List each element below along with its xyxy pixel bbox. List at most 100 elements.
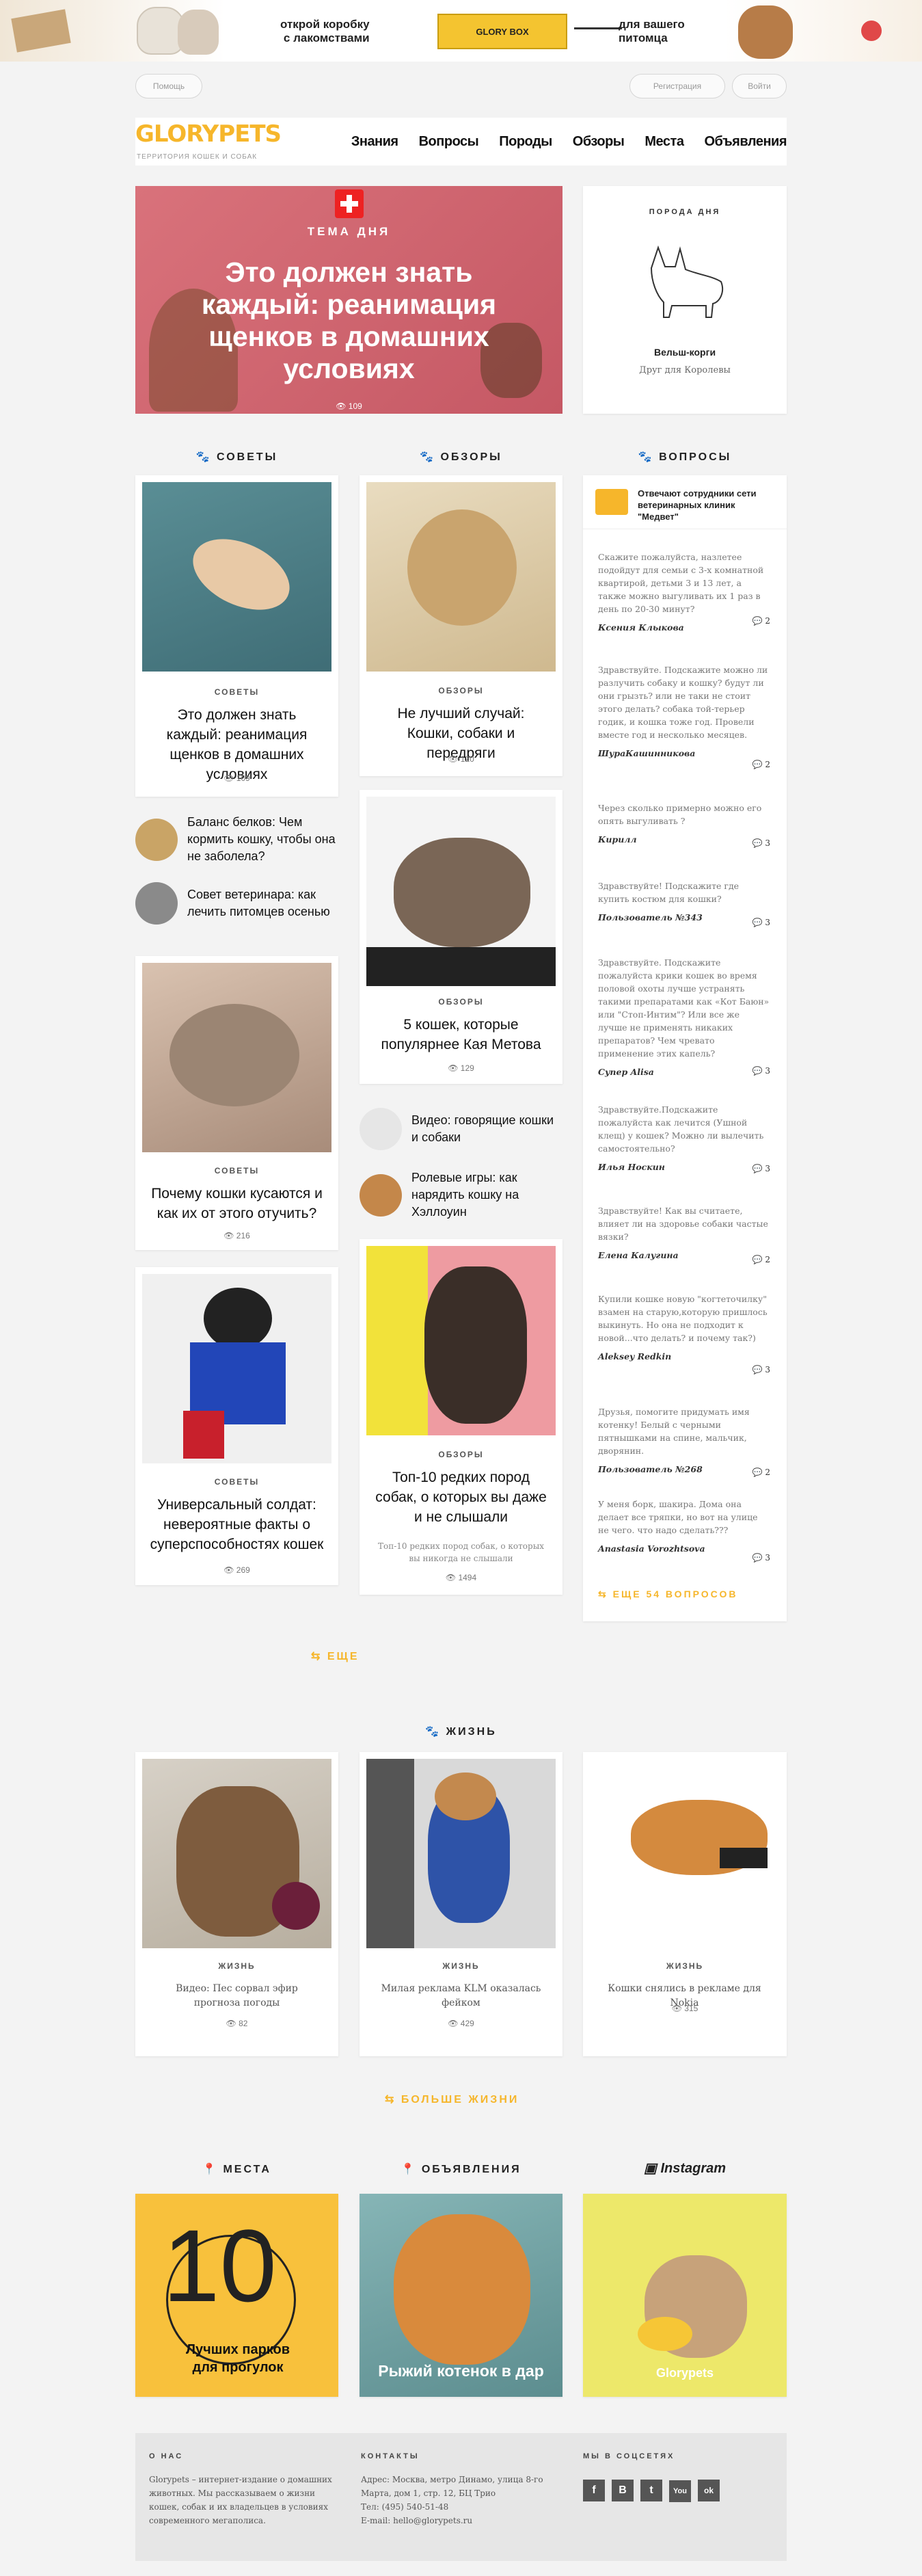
- life-views: 👁 315: [671, 2004, 699, 2013]
- question-author[interactable]: Кирилл: [598, 834, 770, 845]
- vk-icon[interactable]: B: [612, 2480, 634, 2501]
- question-item[interactable]: Здравствуйте. Подскажите пожалуйста крик…: [598, 956, 770, 1077]
- question-text[interactable]: Здравствуйте.Подскажите пожалуйста как л…: [598, 1103, 770, 1155]
- question-author[interactable]: Пользователь №268: [598, 1464, 770, 1474]
- life-card[interactable]: ЖИЗНЬ Видео: Пес сорвал эфир прогноза по…: [135, 1752, 338, 2056]
- more-button[interactable]: ⇆ ЕЩЕ: [311, 1649, 360, 1663]
- question-text[interactable]: Здравствуйте! Подскажите где купить кост…: [598, 879, 770, 905]
- question-author[interactable]: Aleksey Redkin: [598, 1351, 770, 1362]
- hero-title[interactable]: Это должен знать каждый: реанимация щенк…: [172, 256, 527, 385]
- question-item[interactable]: Здравствуйте! Как вы считаете, влияет ли…: [598, 1204, 770, 1264]
- article-title[interactable]: 5 кошек, которые популярнее Кая Метова: [373, 1015, 549, 1054]
- question-item[interactable]: Купили кошке новую "когтеточилку" взамен…: [598, 1292, 770, 1375]
- question-author[interactable]: Илья Носкин: [598, 1162, 770, 1172]
- question-text[interactable]: Здравствуйте. Подскажите пожалуйста крик…: [598, 956, 770, 1060]
- section-title-questions[interactable]: 🐾 ВОПРОСЫ: [583, 450, 787, 464]
- hero-views: 👁 109: [336, 401, 362, 411]
- mini-article-title[interactable]: Видео: говорящие кошки и собаки: [411, 1112, 562, 1146]
- hero-topic-of-day[interactable]: ТЕМА ДНЯ Это должен знать каждый: реаним…: [135, 186, 562, 414]
- mini-article-title[interactable]: Баланс белков: Чем кормить кошку, чтобы …: [187, 814, 338, 865]
- question-author[interactable]: Ксения Клыкова: [598, 622, 770, 633]
- question-author[interactable]: Елена Калугина: [598, 1250, 770, 1260]
- places-tile[interactable]: 10 Лучших парков для прогулок: [135, 2194, 338, 2397]
- question-author[interactable]: Пользователь №343: [598, 912, 770, 922]
- question-item[interactable]: Здравствуйте! Подскажите где купить кост…: [598, 879, 770, 927]
- section-title-ads[interactable]: 📍 ОБЪЯВЛЕНИЯ: [360, 2162, 562, 2176]
- question-text[interactable]: Здравствуйте! Как вы считаете, влияет ли…: [598, 1204, 770, 1243]
- mini-article[interactable]: Совет ветеринара: как лечить питомцев ос…: [135, 882, 338, 925]
- life-card[interactable]: ЖИЗНЬ Милая реклама KLM оказалась фейком…: [360, 1752, 562, 2056]
- question-text[interactable]: Здравствуйте. Подскажите можно ли разлуч…: [598, 663, 770, 741]
- question-text[interactable]: Скажите пожалуйста, назлетее подойдут дл…: [598, 550, 770, 615]
- help-button[interactable]: Помощь: [135, 74, 202, 98]
- nav-item-ads[interactable]: Объявления: [704, 134, 787, 150]
- breed-of-day-card[interactable]: ПОРОДА ДНЯ Вельш-корги Друг для Королевы: [583, 186, 787, 414]
- article-card[interactable]: СОВЕТЫ Универсальный солдат: невероятные…: [135, 1267, 338, 1585]
- mini-article-image: [135, 882, 178, 925]
- question-item[interactable]: У меня борк, шакира. Дома она делает все…: [598, 1498, 770, 1563]
- breed-name[interactable]: Вельш-корги: [583, 347, 787, 358]
- odnoklassniki-icon[interactable]: ok: [698, 2480, 720, 2501]
- question-item[interactable]: Через сколько примерно можно его опять в…: [598, 801, 770, 848]
- article-card[interactable]: ОБЗОРЫ Не лучший случай: Кошки, собаки и…: [360, 475, 562, 776]
- more-life-button[interactable]: ⇆ БОЛЬШЕ ЖИЗНИ: [385, 2093, 519, 2106]
- section-title-reviews[interactable]: 🐾 ОБЗОРЫ: [360, 450, 562, 464]
- more-questions-link[interactable]: ⇆ ЕЩЕ 54 ВОПРОСОВ: [598, 1589, 737, 1600]
- facebook-icon[interactable]: f: [583, 2480, 605, 2501]
- footer-email[interactable]: E-mail: hello@glorypets.ru: [361, 2514, 545, 2527]
- promo-banner[interactable]: открой коробку с лакомствами GLORY BOX д…: [0, 0, 922, 62]
- twitter-icon[interactable]: t: [640, 2480, 662, 2501]
- article-title[interactable]: Это должен знать каждый: реанимация щенк…: [149, 705, 325, 784]
- nav-item-breeds[interactable]: Породы: [499, 134, 552, 150]
- life-image-dog-ball: [142, 1759, 331, 1948]
- article-title[interactable]: Универсальный солдат: невероятные факты …: [149, 1495, 325, 1554]
- section-title-instagram[interactable]: ▣ Instagram: [583, 2160, 787, 2177]
- section-title-advice[interactable]: 🐾 СОВЕТЫ: [135, 450, 338, 464]
- article-title[interactable]: Топ-10 редких пород собак, о которых вы …: [373, 1468, 549, 1527]
- question-text[interactable]: У меня борк, шакира. Дома она делает все…: [598, 1498, 770, 1537]
- article-card[interactable]: ОБЗОРЫ Топ-10 редких пород собак, о кото…: [360, 1239, 562, 1595]
- question-text[interactable]: Друзья, помогите придумать имя котенку! …: [598, 1405, 770, 1457]
- question-item[interactable]: Друзья, помогите придумать имя котенку! …: [598, 1405, 770, 1477]
- question-author[interactable]: ШураКашинникова: [598, 748, 770, 758]
- mini-article[interactable]: Баланс белков: Чем кормить кошку, чтобы …: [135, 814, 338, 865]
- question-author[interactable]: Anastasia Vorozhtsova: [598, 1543, 770, 1554]
- section-title-life[interactable]: 🐾 ЖИЗНЬ: [135, 1725, 787, 1738]
- question-text[interactable]: Купили кошке новую "когтеточилку" взамен…: [598, 1292, 770, 1344]
- mini-article-title[interactable]: Совет ветеринара: как лечить питомцев ос…: [187, 886, 338, 920]
- mini-article-image: [360, 1173, 402, 1217]
- nav-item-places[interactable]: Места: [645, 134, 684, 150]
- question-comments: 💬 3: [752, 1365, 770, 1375]
- paw-icon: 🐾: [420, 451, 436, 463]
- nav-item-questions[interactable]: Вопросы: [419, 134, 479, 150]
- question-text[interactable]: Через сколько примерно можно его опять в…: [598, 801, 770, 827]
- youtube-icon[interactable]: You: [669, 2480, 691, 2502]
- section-title-places[interactable]: 📍 МЕСТА: [135, 2162, 338, 2176]
- article-card[interactable]: ОБЗОРЫ 5 кошек, которые популярнее Кая М…: [360, 790, 562, 1084]
- register-button[interactable]: Регистрация: [629, 74, 725, 98]
- mini-article-title[interactable]: Ролевые игры: как нарядить кошку на Хэлл…: [411, 1169, 562, 1221]
- instagram-caption: Glorypets: [655, 2366, 714, 2380]
- mini-article[interactable]: Ролевые игры: как нарядить кошку на Хэлл…: [360, 1169, 562, 1221]
- life-card[interactable]: ЖИЗНЬ Кошки снялись в рекламе для Nokia …: [583, 1752, 787, 2056]
- life-title[interactable]: Видео: Пес сорвал эфир прогноза погоды: [156, 1982, 318, 2010]
- article-card[interactable]: СОВЕТЫ Это должен знать каждый: реанимац…: [135, 475, 338, 797]
- article-title[interactable]: Почему кошки кусаются и как их от этого …: [149, 1184, 325, 1223]
- mini-article[interactable]: Видео: говорящие кошки и собаки: [360, 1108, 562, 1150]
- login-button[interactable]: Войти: [732, 74, 787, 98]
- question-comments: 💬 2: [752, 1468, 770, 1477]
- questions-sponsor: Отвечают сотрудники сети ветеринарных кл…: [638, 488, 757, 522]
- question-author[interactable]: Супер Alisa: [598, 1067, 770, 1077]
- article-card[interactable]: СОВЕТЫ Почему кошки кусаются и как их от…: [135, 956, 338, 1250]
- logo[interactable]: GLORYPETS: [135, 120, 282, 148]
- life-title[interactable]: Милая реклама KLM оказалась фейком: [380, 1982, 542, 2010]
- ads-tile[interactable]: Рыжий котенок в дар: [360, 2194, 562, 2397]
- nav-item-knowledge[interactable]: Знания: [351, 134, 398, 150]
- question-item[interactable]: Здравствуйте. Подскажите можно ли разлуч…: [598, 663, 770, 769]
- main-nav: Знания Вопросы Породы Обзоры Места Объяв…: [331, 118, 787, 165]
- question-item[interactable]: Скажите пожалуйста, назлетее подойдут дл…: [598, 550, 770, 633]
- instagram-tile[interactable]: Glorypets: [583, 2194, 787, 2397]
- nav-item-reviews[interactable]: Обзоры: [573, 134, 625, 150]
- question-item[interactable]: Здравствуйте.Подскажите пожалуйста как л…: [598, 1103, 770, 1173]
- article-views: 👁 1494: [445, 1573, 477, 1582]
